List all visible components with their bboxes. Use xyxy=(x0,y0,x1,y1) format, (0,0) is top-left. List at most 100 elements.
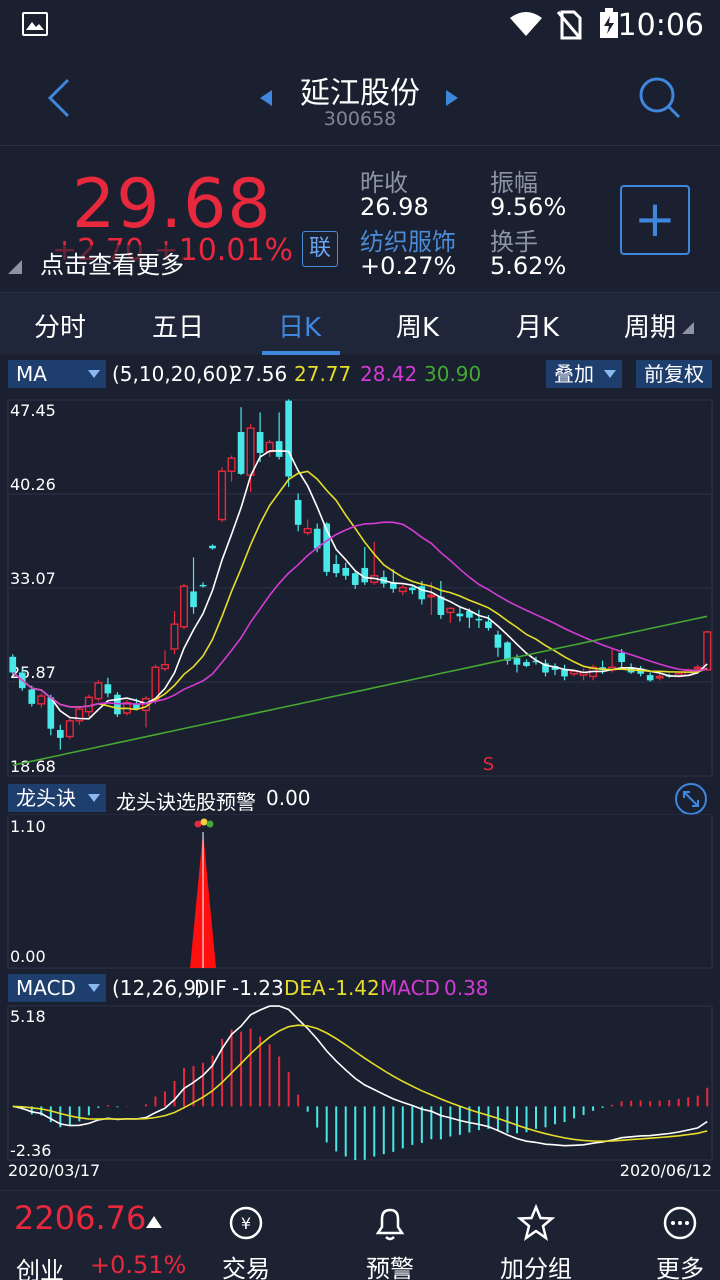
quote-panel[interactable]: 29.68 +2.70 +10.01% 点击查看更多 联 昨收 26.98 纺织… xyxy=(0,147,720,290)
alert-button[interactable]: 预警 xyxy=(340,1191,440,1280)
dropdown-arrow-icon xyxy=(88,370,100,378)
signal-dot xyxy=(206,820,214,828)
y-tick-label: 0.00 xyxy=(10,947,46,966)
industry-change: +0.27% xyxy=(360,252,457,280)
tab-five-day[interactable]: 五日 xyxy=(152,307,204,344)
dif-label: DIF xyxy=(194,976,227,1000)
dif-line xyxy=(12,1005,708,1147)
ma-params: (5,10,20,60) xyxy=(112,362,236,386)
dea-label: DEA xyxy=(284,976,326,1000)
status-bar: 10:06 xyxy=(0,0,720,50)
add-watchlist-button[interactable]: + xyxy=(620,185,690,255)
macd-dropdown[interactable]: MACD xyxy=(8,974,106,1002)
candle-body xyxy=(285,400,292,477)
candle-body xyxy=(494,634,502,648)
next-stock-button[interactable] xyxy=(444,88,460,112)
candle-body xyxy=(446,607,455,614)
alert-label: 预警 xyxy=(366,1255,414,1280)
y-tick-label: -2.36 xyxy=(10,1141,51,1160)
candle-body xyxy=(693,666,702,670)
y-tick-label: 40.26 xyxy=(10,475,56,494)
y-tick-label: 33.07 xyxy=(10,569,56,588)
y-tick-label: 18.68 xyxy=(10,757,56,776)
index-name: 创业 xyxy=(16,1257,64,1280)
candle-body xyxy=(9,656,17,673)
candle-body xyxy=(408,587,416,591)
candlestick-chart[interactable]: 47.45 40.26 33.07 25.87 18.68 S xyxy=(0,394,720,780)
more-info-hint[interactable]: 点击查看更多 xyxy=(40,245,184,280)
bottom-toolbar: 2206.76 创业 +0.51% ¥ 交易 预警 加分组 更多 xyxy=(0,1190,720,1280)
candle-body xyxy=(237,432,245,474)
candle-body xyxy=(104,684,112,694)
indicator-dropdown-label: 龙头诀 xyxy=(16,786,76,810)
image-icon xyxy=(22,12,48,36)
ma5-line xyxy=(12,449,708,720)
candle-body xyxy=(190,591,197,608)
candle-body xyxy=(179,585,189,628)
macd-frame xyxy=(7,1005,713,1161)
prev-close-value: 26.98 xyxy=(360,193,429,221)
dragon-indicator-chart[interactable]: 1.10 0.00 xyxy=(0,814,720,970)
candle-body xyxy=(218,470,227,521)
bell-icon xyxy=(375,1208,405,1241)
tab-intraday[interactable]: 分时 xyxy=(34,307,86,344)
candle-body xyxy=(351,573,359,585)
candle-body xyxy=(523,662,530,666)
overlay-dropdown[interactable]: 叠加 xyxy=(546,360,622,388)
y-tick-label: 47.45 xyxy=(10,401,56,420)
candle-body xyxy=(246,427,255,476)
tab-monthly-k[interactable]: 月K xyxy=(516,307,559,344)
candle-body xyxy=(56,729,64,738)
candle-body xyxy=(256,432,264,453)
candle-body xyxy=(332,564,340,574)
more-icon xyxy=(663,1206,697,1240)
tab-period[interactable]: 周期 xyxy=(624,307,676,344)
chart-area[interactable]: MA (5,10,20,60) 27.56 27.77 28.42 30.90 … xyxy=(0,356,720,1178)
dropdown-arrow-icon xyxy=(88,984,100,992)
candle-body xyxy=(342,567,350,576)
search-icon xyxy=(639,77,681,119)
index-value[interactable]: 2206.76 xyxy=(14,1199,146,1237)
ma-dropdown[interactable]: MA xyxy=(8,360,106,388)
candle-body xyxy=(37,695,46,705)
ma10-line xyxy=(12,470,708,711)
star-icon xyxy=(516,1203,556,1241)
dropdown-arrow-icon xyxy=(604,370,616,378)
candle-body xyxy=(227,457,236,472)
signal-dot xyxy=(200,818,208,826)
stock-code: 300658 xyxy=(323,108,397,130)
candle-body xyxy=(199,584,207,587)
trade-button[interactable]: ¥ 交易 xyxy=(196,1191,296,1280)
clock: 10:06 xyxy=(617,8,704,43)
tab-weekly-k[interactable]: 周K xyxy=(396,307,439,344)
y-tick-label: 5.18 xyxy=(10,1007,46,1026)
more-label: 更多 xyxy=(656,1255,704,1280)
candle-body xyxy=(437,596,445,615)
ma10-value: 27.77 xyxy=(294,362,352,386)
turnover-value: 5.62% xyxy=(490,252,567,280)
tab-daily-k[interactable]: 日K xyxy=(278,307,321,344)
macd-chart[interactable]: 5.18 -2.362020/03/17 2020/06/12 xyxy=(0,1004,720,1178)
add-group-button[interactable]: 加分组 xyxy=(486,1191,586,1280)
more-button[interactable]: 更多 xyxy=(620,1191,720,1280)
dea-line xyxy=(12,1024,708,1143)
adjust-button[interactable]: 前复权 xyxy=(636,360,712,388)
ma60-value: 30.90 xyxy=(424,362,482,386)
search-button[interactable] xyxy=(636,74,684,122)
macd-params: (12,26,9) xyxy=(112,976,204,1000)
x-start-label: 2020/03/17 xyxy=(8,1161,100,1178)
candle-body xyxy=(114,694,121,715)
candle-body xyxy=(65,720,74,738)
signal-dot xyxy=(194,820,202,828)
candle-body xyxy=(294,499,302,525)
ma20-value: 28.42 xyxy=(360,362,418,386)
expand-button[interactable] xyxy=(674,782,708,816)
linked-button[interactable]: 联 xyxy=(302,231,338,267)
macd-value: 0.38 xyxy=(444,976,489,1000)
trade-label: 交易 xyxy=(222,1255,270,1280)
indicator-dropdown[interactable]: 龙头诀 xyxy=(8,784,106,812)
candle-body xyxy=(646,675,654,681)
candle-body xyxy=(94,682,103,700)
expand-icon xyxy=(675,783,707,815)
indicator-label: 龙头诀选股预警 xyxy=(116,790,256,814)
